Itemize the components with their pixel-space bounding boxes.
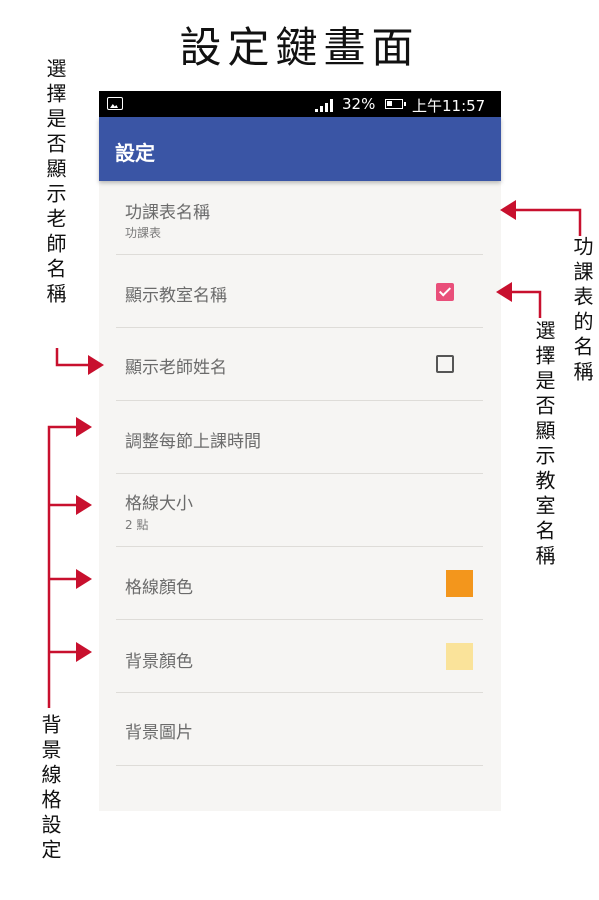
arrow-lines xyxy=(47,208,582,708)
arrowhead xyxy=(76,495,92,515)
arrowhead xyxy=(500,200,516,220)
arrowhead xyxy=(76,569,92,589)
arrow-grid-bracket xyxy=(47,425,80,708)
arrow-timetable-name xyxy=(512,208,582,236)
arrowhead xyxy=(496,282,512,302)
arrowhead xyxy=(88,355,104,375)
arrowhead xyxy=(76,642,92,662)
arrow-show-classroom xyxy=(508,290,542,318)
annotation-arrows xyxy=(47,200,582,708)
arrowhead xyxy=(76,417,92,437)
arrow-heads xyxy=(76,200,516,662)
arrow-show-teacher xyxy=(55,348,92,367)
